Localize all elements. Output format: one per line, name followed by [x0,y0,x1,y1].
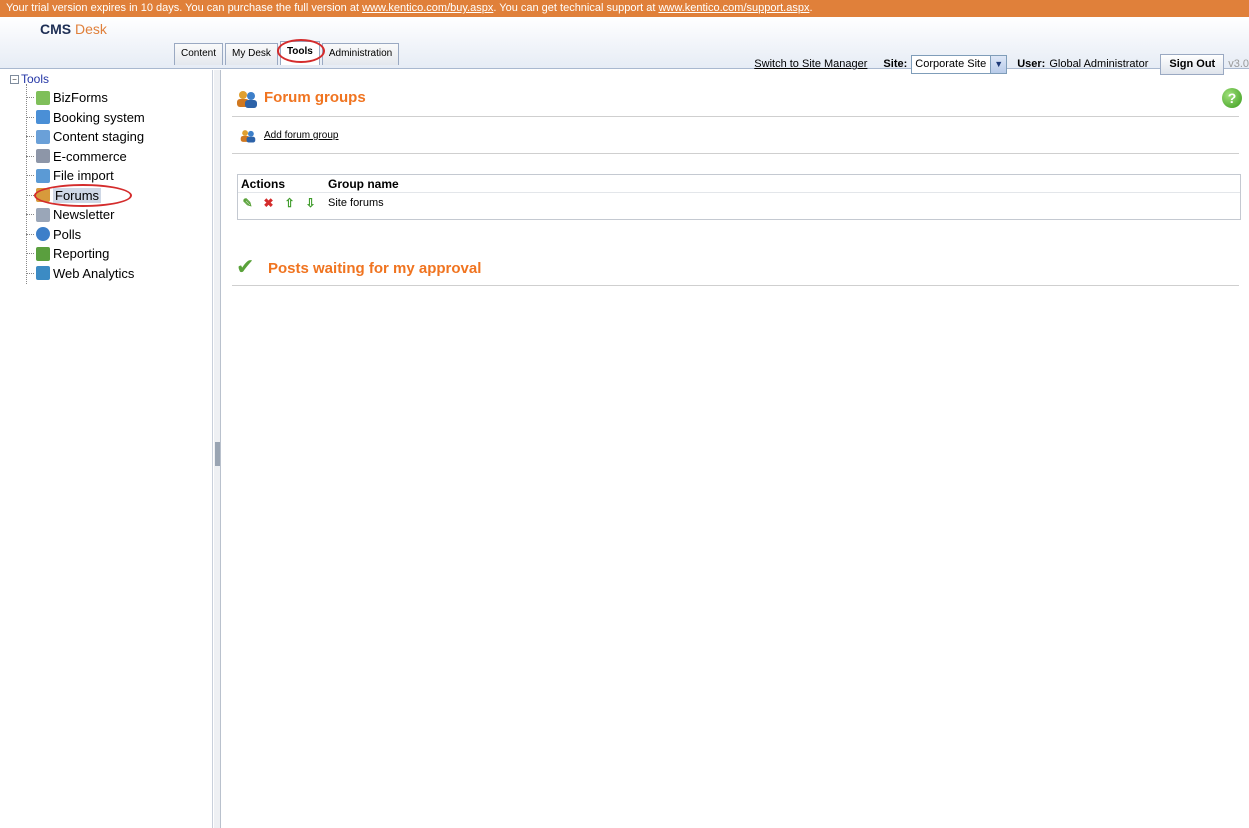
user-value: Global Administrator [1049,58,1149,70]
move-up-icon[interactable]: ⇧ [283,196,296,210]
reporting-icon [36,246,50,261]
col-header-group-name: Group name [328,176,399,191]
checkmark-icon: ✔ [236,254,255,279]
web-analytics-icon [36,266,50,281]
add-forum-group-link[interactable]: Add forum group [264,130,339,141]
version-label: v3.0 [1228,58,1249,70]
tree-item-polls[interactable]: Polls [26,225,145,245]
tree-connector-line [26,84,27,284]
cms-desk-logo: CMS Desk [40,21,107,37]
bizforms-icon [36,90,50,105]
support-link[interactable]: www.kentico.com/support.aspx [658,2,809,14]
tree-item-label: Newsletter [53,207,115,223]
tree-items: BizForms Booking system Content staging … [26,88,145,284]
tree-item-content-staging[interactable]: Content staging [26,127,145,147]
page-title-row: Forum groups ? [232,84,1242,117]
trial-text-prefix: Your trial version expires in 10 days. Y… [6,2,363,14]
collapse-handle[interactable] [215,442,220,466]
tree-root-tools[interactable]: − Tools [10,72,49,86]
trial-notice-bar: Your trial version expires in 10 days. Y… [0,0,1249,17]
tree-item-reporting[interactable]: Reporting [26,244,145,264]
pane-splitter[interactable] [214,70,221,828]
row-actions: ✎ ✖ ⇧ ⇩ [238,196,328,210]
forum-groups-grid: Actions Group name ✎ ✖ ⇧ ⇩ Site forums [237,174,1241,220]
section-title: Posts waiting for my approval [268,260,482,277]
tab-content[interactable]: Content [174,43,224,65]
trial-text-suffix: . [809,2,813,14]
tree-item-newsletter[interactable]: Newsletter [26,205,145,225]
newsletter-icon [36,207,50,222]
tab-administration[interactable]: Administration [321,43,400,65]
tree-item-label: Reporting [53,246,110,262]
delete-icon[interactable]: ✖ [262,196,275,210]
ecommerce-icon [36,149,50,164]
tree-item-label: E-commerce [53,148,127,164]
forums-icon [36,188,50,203]
move-down-icon[interactable]: ⇩ [304,196,317,210]
tree-item-web-analytics[interactable]: Web Analytics [26,264,145,284]
logo-cms: CMS [40,21,72,37]
tab-my-desk[interactable]: My Desk [225,43,278,65]
collapse-icon[interactable]: − [10,74,19,84]
col-header-actions: Actions [241,176,286,191]
tree-item-label: BizForms [53,90,108,106]
group-name-cell: Site forums [328,197,384,209]
posts-approval-section: ✔ Posts waiting for my approval [232,252,1239,286]
staging-icon [36,129,50,144]
tree-item-label: File import [53,168,114,184]
tree-item-bizforms[interactable]: BizForms [26,88,145,108]
grid-header: Actions Group name [238,175,1240,193]
main-content: Forum groups ? Add forum group Actions G… [222,70,1249,828]
page-title: Forum groups [264,89,366,106]
action-row: Add forum group [232,119,1239,154]
file-import-icon [36,168,50,183]
switch-to-site-manager-link[interactable]: Switch to Site Manager [754,58,867,70]
tab-tools[interactable]: Tools [276,39,325,65]
table-row: ✎ ✖ ⇧ ⇩ Site forums [238,193,1240,213]
tab-tools-label: Tools [286,46,313,57]
site-label: Site: [883,58,908,70]
tools-tree: − Tools BizForms Booking system Content … [0,70,213,828]
help-icon[interactable]: ? [1222,88,1242,108]
main-tabs: Content My Desk Tools Administration [174,39,401,65]
user-label: User: [1017,58,1046,70]
tree-item-label: Web Analytics [53,265,135,281]
add-forum-group-icon [240,130,256,143]
tree-item-e-commerce[interactable]: E-commerce [26,147,145,167]
header: CMS Desk Content My Desk Tools Administr… [0,17,1249,75]
tree-item-file-import[interactable]: File import [26,166,145,186]
tree-item-label: Content staging [53,129,145,145]
tree-item-label: Booking system [53,109,145,125]
site-select-value: Corporate Site [915,58,987,70]
polls-icon [36,227,50,242]
tree-item-label: Forums [53,187,102,203]
forum-groups-icon [237,91,257,108]
booking-icon [36,110,50,125]
logo-desk: Desk [75,21,107,37]
edit-icon[interactable]: ✎ [241,196,254,210]
tree-item-booking-system[interactable]: Booking system [26,108,145,128]
buy-link[interactable]: www.kentico.com/buy.aspx [362,2,493,14]
tree-item-forums[interactable]: Forums [26,183,145,207]
trial-text-middle: . You can get technical support at [493,2,659,14]
tree-item-label: Polls [53,226,82,242]
